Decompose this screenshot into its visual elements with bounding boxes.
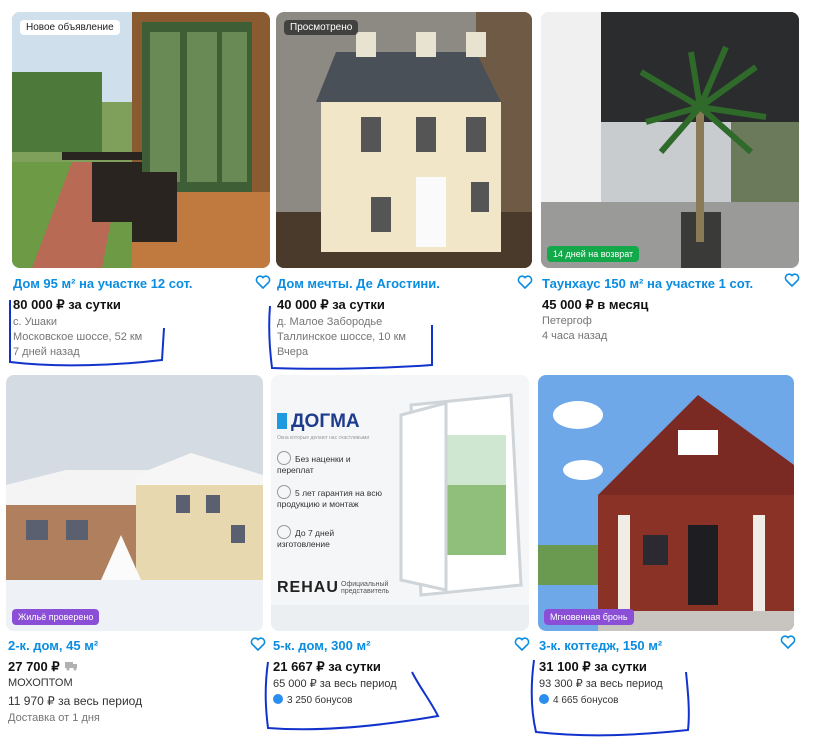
ad-feature-text: 5 лет гарантия на всю продукцию и монтаж [277,488,382,509]
delivery-truck-icon [65,662,78,671]
return-badge: 14 дней на возврат [547,246,640,262]
total-price: 65 000 ₽ за весь период [273,678,397,690]
listing-photo[interactable]: Жильё проверено [6,375,263,631]
bonus-info: 3 250 бонусов [273,694,353,706]
favorite-heart-icon[interactable] [250,636,266,652]
listing-locality: Петергоф [542,315,592,327]
favorite-heart-icon[interactable] [780,634,796,650]
bonus-text: 4 665 бонусов [553,695,619,706]
ad-feature: До 7 дней изготовление [277,525,387,549]
seller-name: МОХОПТОМ [8,677,73,689]
instant-booking-badge: Мгновенная бронь [544,609,634,625]
listing-date: 7 дней назад [13,346,80,358]
listing-photo[interactable]: Мгновенная бронь [538,375,794,631]
ad-partner-note: Официальный представитель [341,581,390,595]
listing-title[interactable]: 2-к. дом, 45 м² [8,638,98,653]
listing-title[interactable]: Дом мечты. Де Агостини. [277,276,440,291]
bonus-icon [539,694,549,704]
ad-brand-logo: ДОГМА [277,411,360,433]
listing-price: 45 000 ₽ в месяц [542,297,649,312]
ad-partner-logo: REHAU [277,579,339,596]
listing-title[interactable]: 5-к. дом, 300 м² [273,638,370,653]
listing-price: 27 700 ₽ [8,659,79,675]
ad-tagline: Окна которые делают нас счастливыми [277,435,370,441]
ad-brand-name: ДОГМА [291,411,360,432]
feature-clock-icon [277,525,291,539]
favorite-heart-icon[interactable] [514,636,530,652]
bonus-text: 3 250 бонусов [287,695,353,706]
ad-banner[interactable]: ДОГМА Окна которые делают нас счастливым… [271,375,529,631]
total-price: 93 300 ₽ за весь период [539,678,663,690]
listing-date: Вчера [277,346,309,358]
favorite-heart-icon[interactable] [255,274,271,290]
listing-locality: д. Малое Забородье [277,316,383,328]
ad-feature: 5 лет гарантия на всю продукцию и монтаж [277,485,397,509]
listing-price: 40 000 ₽ за сутки [277,297,385,312]
new-listing-badge: Новое объявление [20,20,120,35]
listing-title[interactable]: 3-к. коттедж, 150 м² [539,638,662,653]
bonus-info: 4 665 бонусов [539,694,619,706]
feature-check-icon [277,451,291,465]
listing-photo[interactable]: Просмотрено [276,12,532,268]
listing-photo[interactable]: 14 дней на возврат [541,12,799,268]
favorite-heart-icon[interactable] [517,274,533,290]
listing-title[interactable]: Дом 95 м² на участке 12 сот. [13,276,192,291]
listing-price: 31 100 ₽ за сутки [539,659,647,674]
favorite-heart-icon[interactable] [784,272,800,288]
listing-title[interactable]: Таунхаус 150 м² на участке 1 сот. [542,276,753,291]
total-price: 11 970 ₽ за весь период [8,694,143,708]
bonus-icon [273,694,283,704]
listing-price: 21 667 ₽ за сутки [273,659,381,674]
listing-photo[interactable]: Новое объявление [12,12,270,268]
listing-highway: Таллинское шоссе, 10 км [277,331,406,343]
viewed-badge: Просмотрено [284,20,359,35]
listing-date: 4 часа назад [542,330,608,342]
listing-highway: Московское шоссе, 52 км [13,331,143,343]
brand-mark-icon [277,413,287,429]
ad-feature: Без наценки и переплат [277,451,387,475]
price-value: 27 700 ₽ [8,659,60,674]
delivery-info: Доставка от 1 дня [8,712,100,724]
listing-locality: с. Ушаки [13,316,58,328]
feature-shield-icon [277,485,291,499]
listing-price: 80 000 ₽ за сутки [13,297,121,312]
verified-badge: Жильё проверено [12,609,100,625]
